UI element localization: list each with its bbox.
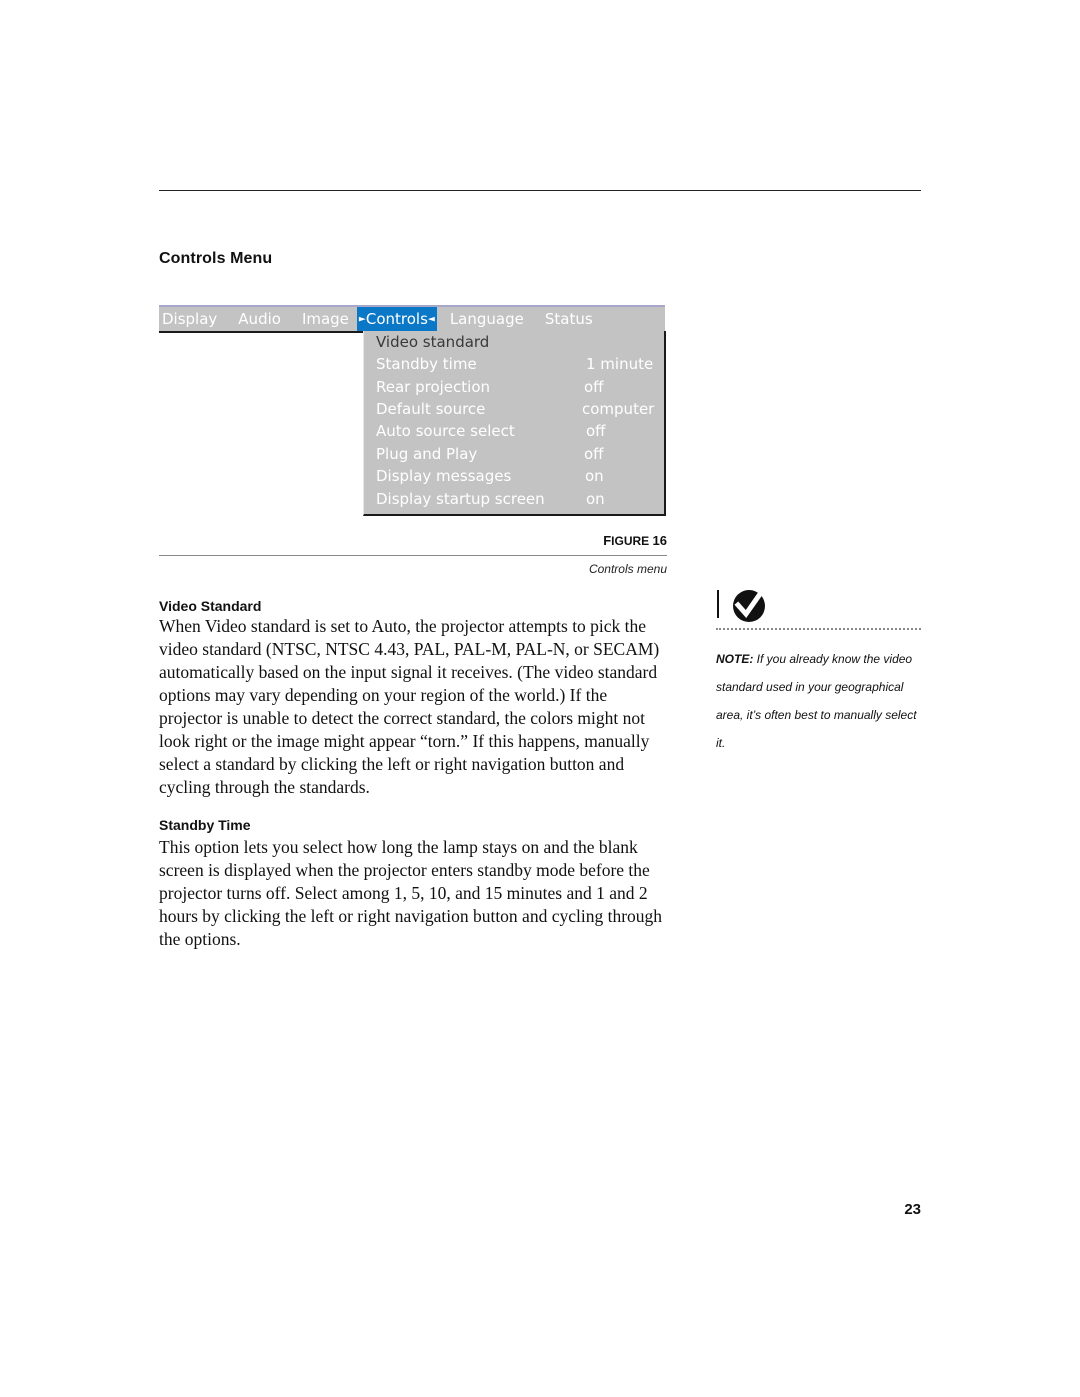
tab-image[interactable]: Image <box>299 307 349 331</box>
tab-display[interactable]: Display <box>159 307 217 331</box>
menu-item-value: 1 minute <box>586 355 654 373</box>
menu-item-value: off <box>584 445 604 463</box>
menu-item-video-standard[interactable]: Video standard <box>376 331 664 353</box>
note-text: NOTE: If you already know the video stan… <box>716 645 921 757</box>
tab-audio[interactable]: Audio <box>235 307 281 331</box>
tab-controls[interactable]: ►Controls◄ <box>356 306 437 332</box>
menu-item-value: off <box>584 378 604 396</box>
menu-item-label: Rear projection <box>376 378 491 396</box>
menu-tab-bar: Display Audio Image ►Controls◄ Language … <box>159 305 665 333</box>
figure-label: FIGURE 16 <box>540 533 667 548</box>
controls-menu-panel: Video standard Standby time 1 minute Rea… <box>363 331 666 516</box>
note-body: If you already know the video standard u… <box>716 652 917 750</box>
tab-label: Status <box>544 310 593 328</box>
menu-item-default-source[interactable]: Default source computer <box>376 398 664 420</box>
menu-item-value: on <box>586 490 605 508</box>
video-standard-heading: Video Standard <box>159 598 262 614</box>
menu-item-value: off <box>586 422 606 440</box>
menu-item-label: Default source <box>376 400 486 418</box>
menu-item-display-messages[interactable]: Display messages on <box>376 465 664 487</box>
menu-item-label: Auto source select <box>376 422 515 440</box>
tab-label: Audio <box>238 310 281 328</box>
arrow-right-icon: ► <box>358 314 366 325</box>
menu-item-label: Display messages <box>376 467 512 485</box>
menu-item-auto-source-select[interactable]: Auto source select off <box>376 420 664 442</box>
standby-time-heading: Standby Time <box>159 817 251 833</box>
tab-status[interactable]: Status <box>542 307 593 331</box>
note-label: NOTE: <box>716 652 754 666</box>
menu-item-label: Display startup screen <box>376 490 545 508</box>
page-number: 23 <box>904 1201 921 1218</box>
figure-label-initial: F <box>603 533 612 548</box>
tab-label: Controls <box>365 309 428 328</box>
menu-item-plug-and-play[interactable]: Plug and Play off <box>376 443 664 465</box>
tab-label: Image <box>301 310 349 328</box>
figure-label-rest: IGURE <box>611 534 650 548</box>
figure-caption: Controls menu <box>588 562 667 576</box>
tab-label: Language <box>449 310 524 328</box>
menu-item-label: Standby time <box>376 355 477 373</box>
checkmark-note-icon <box>716 588 768 624</box>
note-divider <box>716 628 921 630</box>
menu-item-standby-time[interactable]: Standby time 1 minute <box>376 353 664 375</box>
tab-language[interactable]: Language <box>447 307 524 331</box>
menu-item-rear-projection[interactable]: Rear projection off <box>376 376 664 398</box>
menu-item-label: Plug and Play <box>376 445 478 463</box>
figure-number: 16 <box>652 533 667 548</box>
section-title: Controls Menu <box>159 250 273 267</box>
menu-item-value: computer <box>582 400 655 418</box>
header-rule <box>159 190 921 191</box>
arrow-left-icon: ◄ <box>427 314 435 325</box>
standby-time-body: This option lets you select how long the… <box>159 837 663 949</box>
menu-item-label: Video standard <box>376 333 490 351</box>
menu-item-display-startup-screen[interactable]: Display startup screen on <box>376 488 664 510</box>
figure-rule <box>159 555 667 556</box>
tab-label: Display <box>162 310 218 328</box>
menu-item-value: on <box>585 467 604 485</box>
video-standard-body: When Video standard is set to Auto, the … <box>159 616 660 797</box>
